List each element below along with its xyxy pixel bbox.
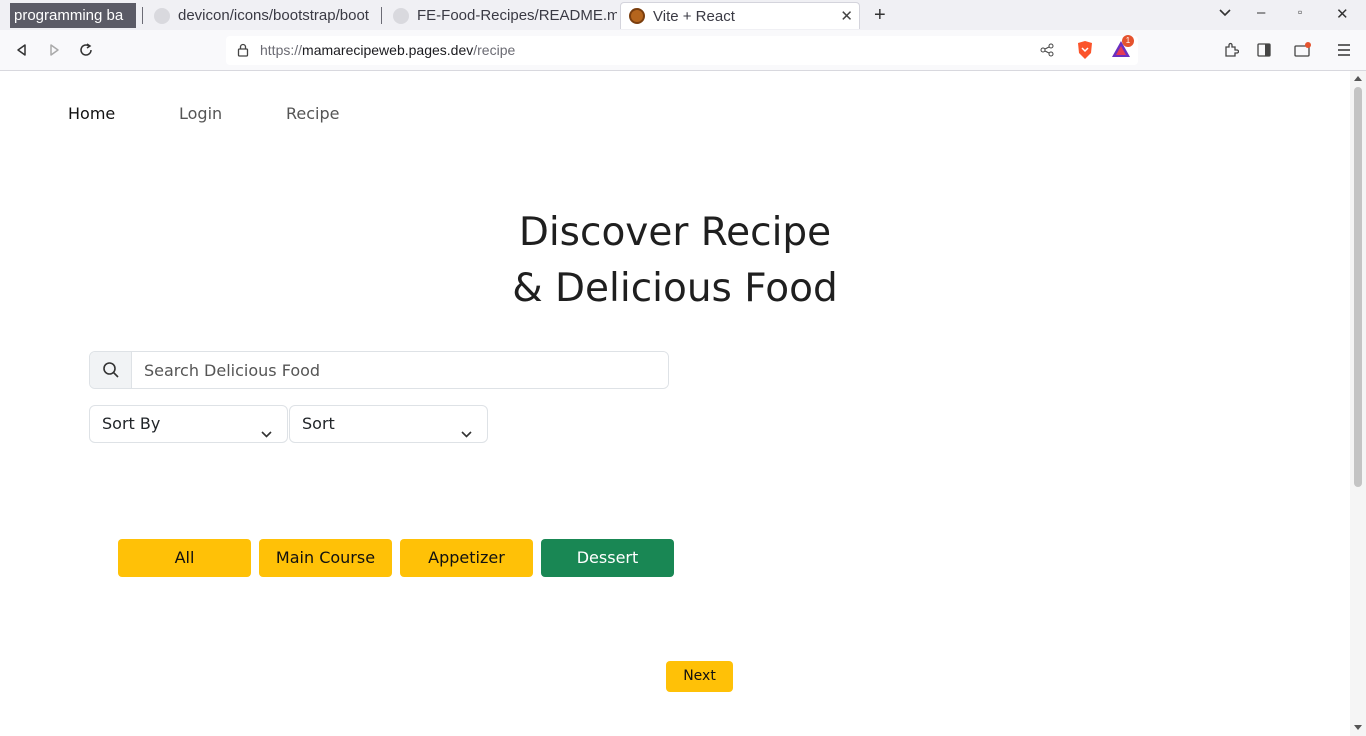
hero-line-2: & Delicious Food xyxy=(512,266,838,311)
extensions-icon[interactable] xyxy=(1223,42,1240,63)
url-text: https://mamarecipeweb.pages.dev/recipe xyxy=(260,42,515,58)
food-favicon-icon xyxy=(629,8,645,24)
tab-separator xyxy=(381,7,382,24)
back-icon[interactable] xyxy=(11,39,33,61)
tab-list-chevron-icon[interactable] xyxy=(1218,5,1232,23)
sidebar-icon[interactable] xyxy=(1256,42,1272,63)
tab-title: FE-Food-Recipes/README.m xyxy=(417,7,617,24)
hero-line-1: Discover Recipe xyxy=(518,210,832,255)
search-input[interactable] xyxy=(132,352,668,388)
tab-fe-food-recipes[interactable]: FE-Food-Recipes/README.m xyxy=(385,2,617,29)
chevron-down-icon xyxy=(260,418,273,454)
page-scrollbar[interactable] xyxy=(1350,71,1366,736)
url-prefix: https:// xyxy=(260,42,303,58)
category-appetizer-button[interactable]: Appetizer xyxy=(400,539,533,577)
sort-by-select[interactable]: Sort By xyxy=(89,405,288,443)
window-close-icon[interactable]: ✕ xyxy=(1336,5,1349,23)
browser-toolbar: https://mamarecipeweb.pages.dev/recipe 1 xyxy=(0,30,1366,71)
scroll-up-icon[interactable] xyxy=(1354,76,1362,81)
tab-title: Vite + React xyxy=(653,7,735,25)
url-path: /recipe xyxy=(473,42,516,58)
next-page-button[interactable]: Next xyxy=(666,661,733,692)
menu-hamburger-icon[interactable] xyxy=(1336,42,1352,63)
github-icon xyxy=(154,7,170,24)
wallet-icon[interactable] xyxy=(1294,42,1312,63)
chevron-down-icon xyxy=(460,418,473,454)
search-group xyxy=(89,351,669,389)
rewards-badge: 1 xyxy=(1122,35,1134,47)
url-domain: mamarecipeweb.pages.dev xyxy=(302,42,474,58)
share-icon[interactable] xyxy=(1040,43,1054,62)
github-icon xyxy=(393,7,409,24)
search-icon[interactable] xyxy=(90,352,132,388)
address-bar[interactable]: https://mamarecipeweb.pages.dev/recipe xyxy=(226,36,1138,65)
tab-vite-react[interactable]: Vite + React ✕ xyxy=(620,2,860,29)
category-dessert-button[interactable]: Dessert xyxy=(541,539,674,577)
tab-title: devicon/icons/bootstrap/boot xyxy=(178,7,369,24)
sort-value: Sort xyxy=(302,414,335,433)
brave-shield-icon[interactable] xyxy=(1076,40,1094,65)
tab-group-label[interactable]: programming ba xyxy=(10,3,136,28)
scroll-down-icon[interactable] xyxy=(1354,725,1362,730)
page-content: Home Login Recipe Discover Recipe & Deli… xyxy=(0,71,1350,736)
tab-devicon[interactable]: devicon/icons/bootstrap/boot xyxy=(146,2,378,29)
sort-by-value: Sort By xyxy=(102,414,161,433)
hero-title: Discover Recipe & Delicious Food xyxy=(0,205,1350,317)
scroll-thumb[interactable] xyxy=(1354,87,1362,487)
nav-home-link[interactable]: Home xyxy=(68,104,115,123)
maximize-icon[interactable]: ▫ xyxy=(1298,5,1302,19)
minimize-icon[interactable]: – xyxy=(1257,4,1265,21)
sort-select[interactable]: Sort xyxy=(289,405,488,443)
category-main-course-button[interactable]: Main Course xyxy=(259,539,392,577)
close-icon[interactable]: ✕ xyxy=(840,7,853,25)
forward-icon[interactable] xyxy=(43,39,65,61)
reload-icon[interactable] xyxy=(75,39,97,61)
category-all-button[interactable]: All xyxy=(118,539,251,577)
nav-recipe-link[interactable]: Recipe xyxy=(286,104,339,123)
new-tab-plus-icon[interactable]: + xyxy=(874,4,886,27)
lock-icon[interactable] xyxy=(237,43,249,62)
tab-separator xyxy=(142,7,143,24)
nav-login-link[interactable]: Login xyxy=(179,104,222,123)
browser-tab-bar: programming ba devicon/icons/bootstrap/b… xyxy=(0,0,1366,30)
